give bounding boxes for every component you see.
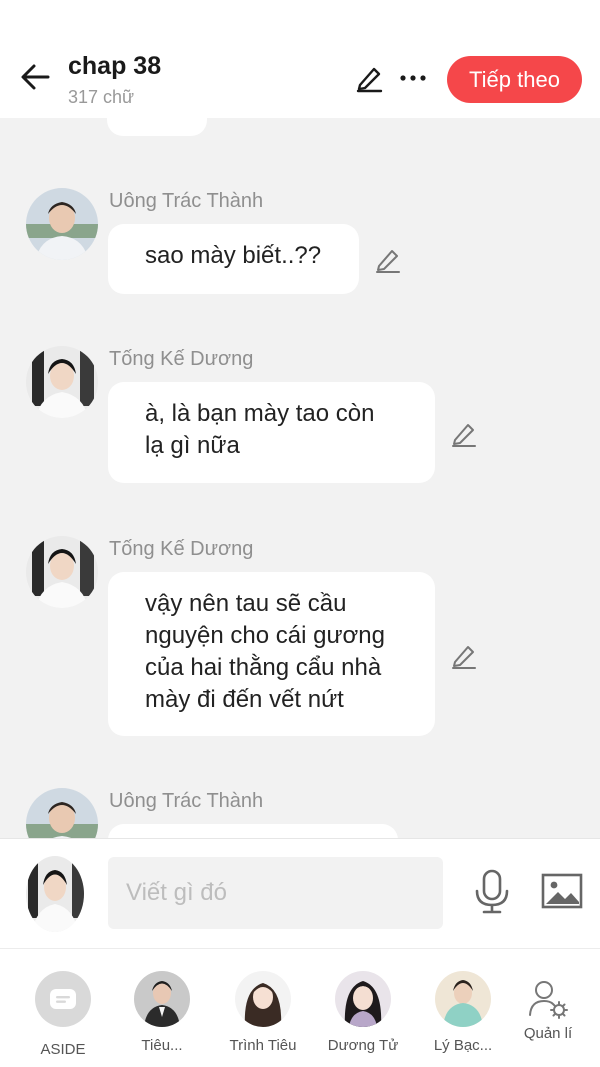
sender-name: Tống Kế Dương (109, 348, 254, 370)
character-label: Quản lí (523, 1025, 573, 1042)
sender-name: Uông Trác Thành (109, 190, 264, 212)
message-input[interactable]: Viết gì đó (108, 857, 443, 929)
message-text-line: nguyện cho cái gương (145, 622, 385, 649)
more-icon (400, 75, 426, 81)
character-label: Tiêu... (141, 1037, 183, 1054)
pencil-icon[interactable] (450, 420, 478, 448)
avatar[interactable] (26, 788, 98, 838)
pencil-icon[interactable] (374, 246, 402, 274)
character-avatar (435, 971, 491, 1027)
word-count: 317 chữ (68, 87, 135, 107)
image-button[interactable] (540, 871, 584, 911)
avatar[interactable] (26, 536, 98, 608)
voice-button[interactable] (472, 869, 512, 915)
message-icon (50, 989, 76, 1009)
message-text-line: mày đi đến vết nứt (145, 686, 344, 713)
sender-name: Tống Kế Dương (109, 538, 254, 560)
message-text-line: vậy nên tau sẽ cầu (145, 590, 347, 617)
message-text-line: à, là bạn mày tao còn (145, 400, 375, 427)
character-item[interactable]: Tiêu... (112, 971, 212, 1054)
character-avatar (134, 971, 190, 1027)
sender-name: Uông Trác Thành (109, 790, 264, 812)
top-bar: chap 38 317 chữ Tiếp theo (0, 0, 600, 118)
character-label: Dương Tử (327, 1037, 399, 1054)
current-character-avatar[interactable] (26, 856, 84, 932)
character-label: Trình Tiêu (229, 1037, 297, 1054)
message-bubble[interactable]: sao mày biết..?? (108, 224, 359, 294)
chapter-title: chap 38 (68, 52, 162, 80)
user-settings-icon (529, 981, 568, 1019)
character-avatar (235, 971, 291, 1027)
edit-button[interactable] (354, 63, 384, 93)
pencil-icon[interactable] (450, 642, 478, 670)
back-button[interactable] (18, 60, 52, 94)
character-bar: ASIDE Tiêu... Trình Tiêu Dương Tử Lý Bạc… (0, 948, 600, 1067)
microphone-icon (475, 869, 509, 914)
back-arrow-icon (21, 64, 50, 90)
avatar[interactable] (26, 346, 98, 418)
chat-area[interactable]: Uông Trác Thành sao mày biết..?? Tống Kế… (0, 118, 600, 838)
pencil-icon (356, 67, 383, 93)
character-avatar (335, 971, 391, 1027)
message-bubble[interactable]: vậy nên tau sẽ cầu nguyện cho cái gương … (108, 572, 435, 736)
character-item[interactable]: Trình Tiêu (213, 971, 313, 1054)
message-bubble[interactable]: à, là bạn mày tao còn lạ gì nữa (108, 382, 435, 483)
avatar[interactable] (26, 188, 98, 260)
message-text-line: của hai thằng cẩu nhà (145, 654, 382, 681)
next-chapter-button[interactable]: Tiếp theo (447, 56, 582, 103)
message-text-line: lạ gì nữa (145, 432, 240, 459)
aside-avatar (35, 971, 91, 1027)
character-aside[interactable]: ASIDE (13, 971, 113, 1058)
character-item[interactable]: Dương Tử (313, 971, 413, 1054)
message-composer: Viết gì đó (0, 838, 600, 948)
manage-characters-button[interactable]: Quản lí (498, 971, 598, 1042)
more-button[interactable] (398, 66, 428, 90)
previous-message-bubble (107, 118, 207, 136)
image-icon (541, 873, 583, 909)
message-bubble[interactable] (108, 824, 398, 838)
character-label: ASIDE (40, 1041, 86, 1058)
message-text-line: sao mày biết..?? (145, 242, 322, 269)
